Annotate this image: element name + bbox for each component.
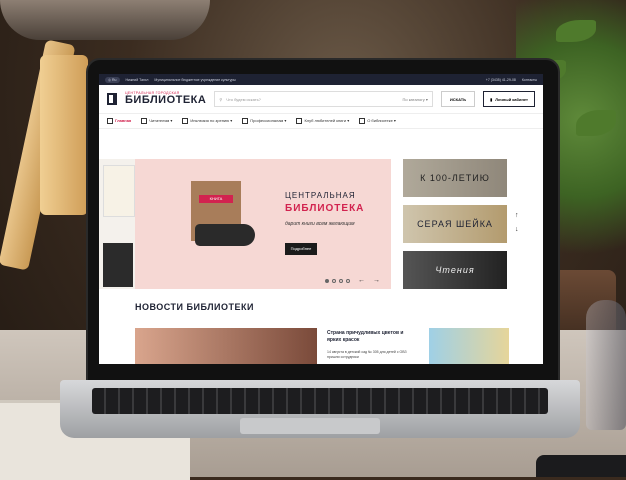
arrow-down-icon[interactable]: ↓ [515, 223, 519, 237]
book-cover[interactable] [103, 165, 135, 217]
hero-subtitle: ЦЕНТРАЛЬНАЯ [285, 191, 356, 200]
logo-title: БИБЛИОТЕКА [125, 94, 207, 107]
phone [536, 455, 626, 477]
book-tag: КНИГА [199, 195, 233, 203]
city-link[interactable]: Нижний Тагил [126, 78, 149, 82]
nav-item-book-club[interactable]: Клуб любителей книги ▾ [296, 118, 349, 124]
site-header: ЦЕНТРАЛЬНАЯ ГОРОДСКАЯ БИБЛИОТЕКА ⚲ Что б… [99, 85, 543, 114]
home-icon [107, 118, 113, 124]
nav-label: Профессионалам ▾ [250, 118, 287, 124]
glasses-icon [182, 118, 189, 124]
laptop-keyboard [92, 388, 548, 414]
search-icon: ⚲ [219, 96, 223, 102]
carousel-dot[interactable] [325, 278, 329, 283]
hero-more-button[interactable]: Подробнее [285, 243, 317, 255]
news-heading: НОВОСТИ БИБЛИОТЕКИ [135, 302, 254, 312]
hero-banner[interactable]: КНИГА ЦЕНТРАЛЬНАЯ БИБЛИОТЕКА дарит книги… [135, 159, 391, 289]
news-item-title[interactable]: Страна причудливых цветов и ярких красок [327, 330, 417, 343]
side-banner-label: Чтения [435, 265, 475, 275]
phone-number[interactable]: +7 (3435) 41-29-08 [486, 78, 516, 82]
side-book-covers [99, 159, 135, 289]
nav-item-professionals[interactable]: Профессионалам ▾ [242, 118, 286, 124]
main-nav: Главная Читателям ▾ Инклюзия по зрению ▾… [99, 114, 543, 129]
language-switch[interactable]: ◎ Ru [105, 76, 120, 83]
side-banner-controls: ↑ ↓ [515, 209, 519, 237]
carousel-dot[interactable] [339, 278, 343, 283]
cabinet-label: Личный кабинет [495, 96, 528, 102]
search-input[interactable]: ⚲ Что будем искать? По каталогу ▾ [214, 91, 433, 107]
search-button[interactable]: ИСКАТЬ [440, 91, 476, 107]
side-banner-100[interactable]: К 100-ЛЕТИЮ [403, 159, 507, 197]
nav-label: Инклюзия по зрению ▾ [190, 118, 233, 124]
nav-label: Читателям ▾ [149, 118, 173, 124]
carousel-controls: ← → [325, 277, 380, 284]
arrow-right-icon[interactable]: → [373, 277, 380, 284]
laptop-trackpad [240, 418, 380, 434]
info-icon [359, 118, 366, 124]
nav-label: О библиотеке ▾ [367, 118, 396, 124]
news-item-text: 14 августа в детский сад № 305 для детей… [327, 350, 407, 359]
book-cover[interactable] [103, 243, 133, 287]
arrow-left-icon[interactable]: ← [358, 277, 365, 284]
side-banner-label: К 100-ЛЕТИЮ [420, 173, 490, 183]
nav-item-inclusion[interactable]: Инклюзия по зрению ▾ [182, 118, 232, 124]
club-icon [296, 118, 303, 124]
bookmark-icon: ▮ [490, 96, 493, 102]
organization-label: Муниципальное бюджетное учреждение культ… [154, 77, 236, 82]
side-banner-gray-neck[interactable]: СЕРАЯ ШЕЙКА [403, 205, 507, 243]
nav-label: Клуб любителей книги ▾ [304, 118, 350, 124]
hero-text: дарит книги всем желающим [285, 221, 355, 227]
nav-item-about[interactable]: О библиотеке ▾ [359, 118, 396, 124]
hero-title: БИБЛИОТЕКА [285, 203, 365, 214]
wooden-lamp-base [40, 55, 88, 215]
lamp-shade [0, 0, 210, 40]
pen-icon [242, 118, 249, 124]
contacts-link[interactable]: Контакты [522, 78, 537, 82]
book-icon [141, 118, 148, 124]
nav-item-home[interactable]: Главная [107, 118, 131, 124]
news-image[interactable] [135, 328, 317, 364]
arrow-up-icon[interactable]: ↑ [515, 209, 519, 223]
logo-icon[interactable] [107, 93, 117, 105]
nav-label: Главная [115, 118, 132, 124]
glass-bottle [586, 300, 626, 430]
laptop-screen: ◎ Ru Нижний Тагил Муниципальное бюджетно… [99, 74, 543, 364]
search-scope-select[interactable]: По каталогу ▾ [402, 97, 427, 102]
news-image[interactable] [429, 328, 509, 364]
carousel-dot[interactable] [332, 278, 336, 283]
site-logo[interactable]: ЦЕНТРАЛЬНАЯ ГОРОДСКАЯ БИБЛИОТЕКА [125, 91, 207, 107]
search-placeholder: Что будем искать? [226, 96, 261, 102]
hand-image [195, 224, 255, 246]
side-banner-label: СЕРАЯ ШЕЙКА [417, 219, 493, 229]
site-topbar: ◎ Ru Нижний Тагил Муниципальное бюджетно… [99, 74, 543, 85]
nav-item-readers[interactable]: Читателям ▾ [141, 118, 172, 124]
personal-cabinet-button[interactable]: ▮ Личный кабинет [483, 91, 535, 107]
carousel-dot[interactable] [346, 278, 350, 283]
side-banner-readings[interactable]: Чтения [403, 251, 507, 289]
